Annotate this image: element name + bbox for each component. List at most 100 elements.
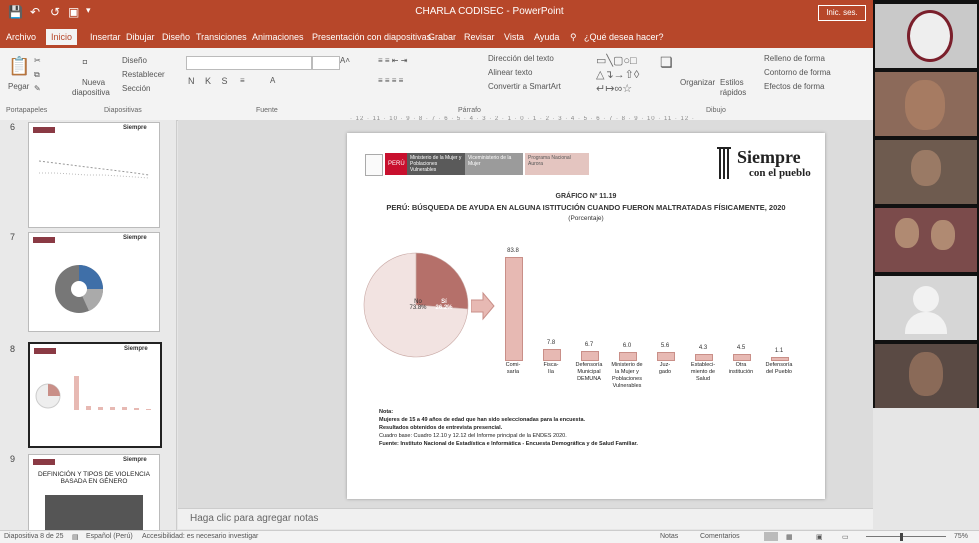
slide-canvas[interactable]: PERÚ Ministerio de la Mujer y Poblacione… (347, 133, 825, 499)
new-slide-label-1[interactable]: Nueva (82, 78, 105, 87)
shapes-gallery-icon-3[interactable]: ↵↦∞☆ (596, 82, 632, 95)
bullets-icon[interactable]: ≡ ≡ ⇤ ⇥ (378, 56, 407, 65)
tab-revisar[interactable]: Revisar (464, 32, 495, 42)
gov-header: PERÚ Ministerio de la Mujer y Poblacione… (365, 153, 597, 177)
tab-diseno[interactable]: Diseño (162, 32, 190, 42)
bar-value-label: 6.0 (622, 342, 632, 349)
reset-button[interactable]: Restablecer (122, 70, 165, 79)
grow-font-icon[interactable]: A˄ (340, 56, 350, 65)
tell-me-box[interactable]: ¿Qué desea hacer? (584, 32, 664, 42)
bar-category-label: Ministerio de la Mujer y Poblaciones Vulner… (611, 362, 643, 389)
tab-animaciones[interactable]: Animaciones (252, 32, 304, 42)
normal-view-icon[interactable] (764, 532, 778, 541)
zoom-slider-thumb[interactable] (900, 533, 903, 541)
participant-tile[interactable] (875, 72, 977, 136)
bar-value-label: 6.7 (584, 341, 594, 348)
font-format-buttons[interactable]: N K S (188, 76, 232, 86)
participant-face (905, 80, 945, 130)
tab-inicio[interactable]: Inicio (46, 29, 78, 45)
avatar-icon (913, 286, 939, 312)
bar-category-label: Defensoría Municipal DEMUNA (575, 362, 603, 382)
tab-ayuda[interactable]: Ayuda (534, 32, 559, 42)
thumb-pie-chart (55, 265, 104, 313)
ribbon-tabs: Archivo Inicio Insertar Dibujar Diseño T… (0, 26, 979, 48)
comments-button[interactable]: Comentarios (700, 533, 740, 540)
tab-dibujar[interactable]: Dibujar (126, 32, 155, 42)
font-name-select[interactable] (186, 56, 312, 70)
pie-label-no: No 73.8% (409, 299, 427, 311)
smartart-button[interactable]: Convertir a SmartArt (488, 82, 561, 91)
bar-4 (657, 352, 675, 361)
copy-icon[interactable]: ⧉ (34, 70, 40, 80)
bar-value-label: 4.3 (698, 344, 708, 351)
clipboard-icon[interactable]: 📋 (8, 56, 30, 77)
title-bar: 💾 ↶ ↺ ▣ ▾ CHARLA CODISEC - PowerPoint In… (0, 0, 979, 26)
tab-transiciones[interactable]: Transiciones (196, 32, 247, 42)
brand-logo-icon (717, 147, 731, 179)
thumb-brand: Siempre (123, 235, 147, 241)
participant-tile-no-video[interactable] (875, 276, 977, 340)
participant-tile[interactable] (875, 140, 977, 204)
group-label-font: Fuente (256, 107, 278, 114)
shapes-gallery-icon-2[interactable]: △↴→⇧◊ (596, 68, 639, 81)
note-line: Mujeres de 15 a 49 años de edad que han … (379, 417, 586, 423)
shapes-gallery-icon[interactable]: ▭╲▢○□ (596, 54, 637, 67)
quick-styles-label-2[interactable]: rápidos (720, 88, 746, 97)
layout-button[interactable]: Diseño (122, 56, 147, 65)
zoom-level[interactable]: 75% (954, 533, 968, 540)
arrange-button[interactable]: Organizar (680, 78, 715, 87)
slide-thumbnail-9[interactable]: Siempre DEFINICIÓN Y TIPOS DE VIOLENCIA … (28, 454, 160, 532)
slide-number: 9 (10, 454, 16, 464)
section-button[interactable]: Sección (122, 84, 150, 93)
shape-effects-button[interactable]: Efectos de forma (764, 82, 824, 91)
avatar-body (905, 312, 947, 334)
tab-vista[interactable]: Vista (504, 32, 524, 42)
format-painter-icon[interactable]: ✎ (34, 84, 41, 93)
bar-value-label: 83.8 (507, 247, 519, 254)
spellcheck-icon[interactable]: ▤ (72, 533, 79, 541)
zoom-slider[interactable] (866, 536, 946, 537)
strikethrough-icon[interactable]: ≡ (240, 76, 245, 85)
notes-button[interactable]: Notas (660, 533, 678, 540)
slide-number: 7 (10, 232, 16, 242)
arrange-icon[interactable]: ❏ (660, 54, 673, 71)
sign-in-button[interactable]: Inic. ses. (818, 5, 866, 21)
font-size-select[interactable] (312, 56, 340, 70)
language-indicator[interactable]: Español (Perú) (86, 533, 133, 540)
tab-insertar[interactable]: Insertar (90, 32, 121, 42)
align-text-button[interactable]: Alinear texto (488, 68, 532, 77)
slide-thumbnail-8-selected[interactable]: Siempre (28, 342, 162, 448)
font-color-icon[interactable]: A (270, 76, 275, 85)
participant-tile[interactable] (875, 4, 977, 68)
shape-fill-button[interactable]: Relleno de forma (764, 54, 825, 63)
slide-sorter-icon[interactable]: ▦ (786, 533, 793, 541)
paste-button[interactable]: Pegar (8, 82, 29, 91)
notes-pane[interactable]: Haga clic para agregar notas (178, 508, 873, 529)
chart-title: PERÚ: BÚSQUEDA DE AYUDA EN ALGUNA ISTITU… (386, 203, 786, 212)
horizontal-ruler: · 12 · 11 · 10 · 9 · 8 · 7 · 6 · 5 · 4 ·… (350, 116, 695, 122)
shape-outline-button[interactable]: Contorno de forma (764, 68, 831, 77)
gov-peru-box: PERÚ (385, 153, 407, 175)
vertical-ruler (182, 130, 192, 500)
bar-value-label: 5.6 (660, 343, 670, 350)
slide-thumbnail-6[interactable]: Siempre (28, 122, 160, 228)
participant-tile[interactable] (875, 208, 977, 272)
new-slide-icon[interactable]: ▫ (82, 54, 88, 72)
reading-view-icon[interactable]: ▣ (816, 533, 823, 541)
note-line: Fuente: Instituto Nacional de Estadístic… (379, 441, 638, 447)
participant-tile[interactable] (875, 344, 977, 408)
tab-grabar[interactable]: Grabar (428, 32, 456, 42)
slide-thumbnail-7[interactable]: Siempre (28, 232, 160, 332)
accessibility-status[interactable]: Accesibilidad: es necesario investigar (142, 533, 258, 540)
notes-placeholder[interactable]: Haga clic para agregar notas (190, 513, 318, 524)
gov-ministry-box: Ministerio de la Mujer y Poblaciones Vul… (407, 153, 465, 175)
slideshow-icon[interactable]: ▭ (842, 533, 849, 541)
cut-icon[interactable]: ✂ (34, 56, 41, 65)
new-slide-label-2[interactable]: diapositiva (72, 88, 110, 97)
quick-styles-label-1[interactable]: Estilos (720, 78, 744, 87)
text-direction-button[interactable]: Dirección del texto (488, 54, 554, 63)
tab-archivo[interactable]: Archivo (6, 32, 36, 42)
coat-of-arms-icon (365, 154, 383, 176)
tab-presentacion[interactable]: Presentación con diapositivas (312, 32, 431, 42)
align-icons[interactable]: ≡ ≡ ≡ ≡ (378, 76, 403, 85)
